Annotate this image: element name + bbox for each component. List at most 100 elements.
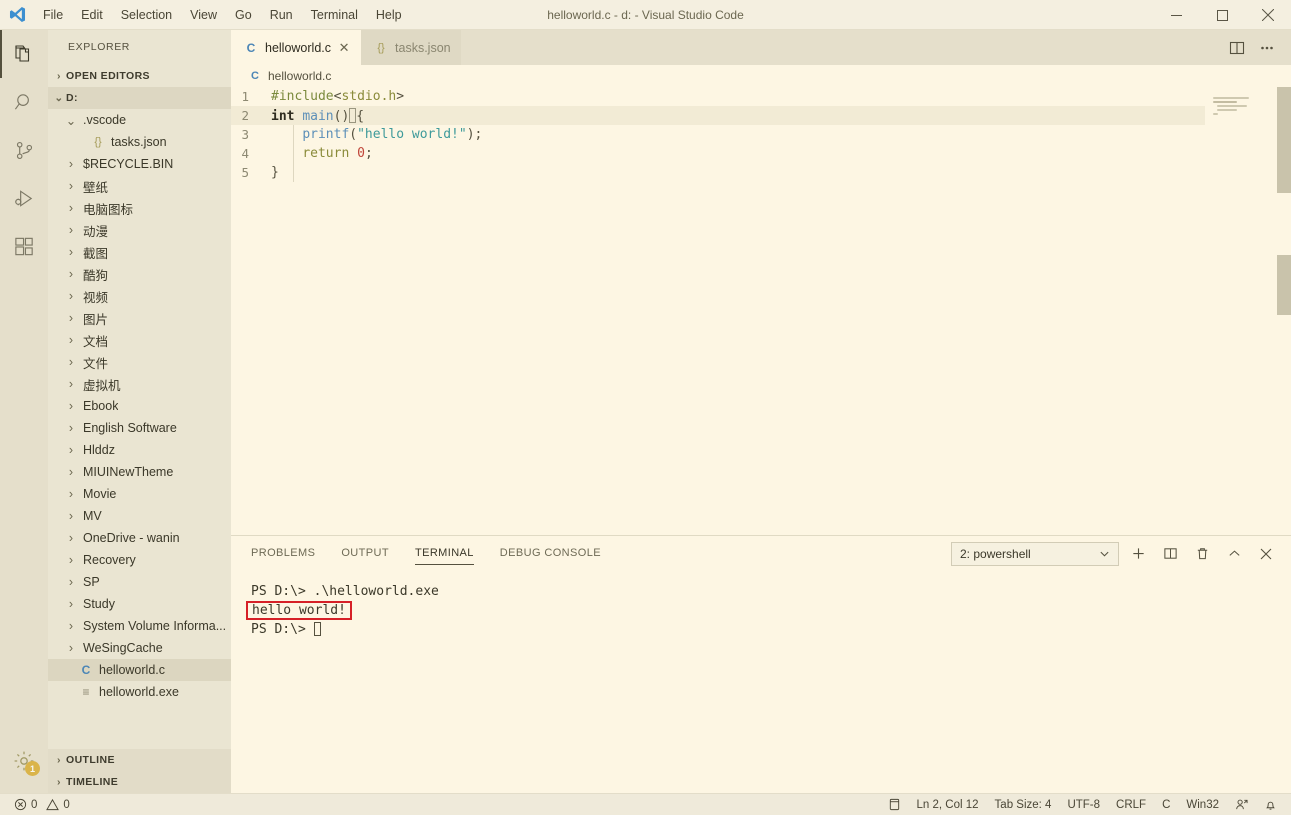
terminal-selector[interactable]: 2: powershell xyxy=(951,541,1119,566)
code-editor[interactable]: 1 #include<stdio.h> 2 int main(){ 3 prin… xyxy=(231,87,1291,535)
tab-problems[interactable]: PROBLEMS xyxy=(251,536,315,571)
kill-terminal-icon[interactable] xyxy=(1189,541,1215,567)
section-timeline[interactable]: › TIMELINE xyxy=(48,771,231,793)
tree-item-helloworld-c[interactable]: Chelloworld.c xyxy=(48,659,231,681)
tree-item-ebook[interactable]: › Ebook xyxy=(48,395,231,417)
tree-item-system-volume-informa[interactable]: › System Volume Informa... xyxy=(48,615,231,637)
more-actions-icon[interactable] xyxy=(1253,30,1281,65)
menu-item-help[interactable]: Help xyxy=(367,0,411,30)
tree-item-recovery[interactable]: › Recovery xyxy=(48,549,231,571)
section-folder-root[interactable]: ⌄ D: xyxy=(48,87,231,109)
minimap[interactable] xyxy=(1205,87,1277,535)
remote-icon[interactable] xyxy=(1227,794,1256,815)
tree-item-[interactable]: › 动漫 xyxy=(48,219,231,241)
terminal-body[interactable]: PS D:\> .\helloworld.exe hello world! PS… xyxy=(231,571,1291,639)
tree-item-hlddz[interactable]: › Hlddz xyxy=(48,439,231,461)
close-panel-icon[interactable] xyxy=(1253,541,1279,567)
menu-item-go[interactable]: Go xyxy=(226,0,261,30)
tab-tasks-json[interactable]: {} tasks.json xyxy=(361,30,461,65)
scrollbar-thumb[interactable] xyxy=(1277,255,1291,315)
tab-terminal[interactable]: TERMINAL xyxy=(414,536,474,571)
close-button[interactable] xyxy=(1245,0,1291,30)
cursor-position[interactable]: Ln 2, Col 12 xyxy=(909,794,987,815)
chevron-right-icon: › xyxy=(68,377,74,391)
settings-badge: 1 xyxy=(25,761,40,776)
menu-item-edit[interactable]: Edit xyxy=(72,0,112,30)
tab-debug-console[interactable]: DEBUG CONSOLE xyxy=(500,536,601,571)
chevron-right-icon: › xyxy=(68,597,74,611)
window-controls[interactable] xyxy=(1153,0,1291,30)
tree-item-helloworld-exe[interactable]: ≡ helloworld.exe xyxy=(48,681,231,703)
tree-item-[interactable]: › 图片 xyxy=(48,307,231,329)
menu-bar[interactable]: File Edit Selection View Go Run Terminal… xyxy=(34,0,411,30)
line-number: 3 xyxy=(241,127,249,142)
menu-item-view[interactable]: View xyxy=(181,0,226,30)
tab-helloworld-c[interactable]: C helloworld.c ✕ xyxy=(231,30,362,65)
editor-scrollbar[interactable] xyxy=(1277,87,1291,535)
status-errors-warnings[interactable]: 0 0 xyxy=(6,794,78,815)
search-icon[interactable] xyxy=(0,78,48,126)
file-tree[interactable]: ⌄ .vscode {} tasks.json › $RECYCLE.BIN › 壁纸 › 电脑图… xyxy=(48,109,231,703)
menu-item-file[interactable]: File xyxy=(34,0,72,30)
line-number: 2 xyxy=(241,108,249,123)
tree-item-study[interactable]: › Study xyxy=(48,593,231,615)
source-control-icon[interactable] xyxy=(0,126,48,174)
split-terminal-icon[interactable] xyxy=(1157,541,1183,567)
tree-item-[interactable]: › 文档 xyxy=(48,329,231,351)
chevron-right-icon: › xyxy=(68,421,74,435)
tree-item-label: helloworld.c xyxy=(99,663,166,677)
extensions-icon[interactable] xyxy=(0,222,48,270)
scrollbar-thumb[interactable] xyxy=(1277,87,1291,193)
menu-item-run[interactable]: Run xyxy=(261,0,302,30)
maximize-button[interactable] xyxy=(1199,0,1245,30)
menu-item-terminal[interactable]: Terminal xyxy=(302,0,367,30)
tree-item-label: System Volume Informa... xyxy=(83,619,227,633)
new-terminal-icon[interactable] xyxy=(1125,541,1151,567)
encoding[interactable]: UTF-8 xyxy=(1059,794,1108,815)
tree-item-wesingcache[interactable]: › WeSingCache xyxy=(48,637,231,659)
tree-item-miuinewtheme[interactable]: › MIUINewTheme xyxy=(48,461,231,483)
tree-item-label: OneDrive - wanin xyxy=(83,531,180,545)
chevron-right-icon: › xyxy=(68,179,74,193)
tree-item-tasks-json[interactable]: {} tasks.json xyxy=(48,131,231,153)
tree-item-[interactable]: › 视频 xyxy=(48,285,231,307)
breadcrumb[interactable]: C helloworld.c xyxy=(231,65,1291,87)
indentation[interactable]: Tab Size: 4 xyxy=(987,794,1060,815)
platform[interactable]: Win32 xyxy=(1178,794,1227,815)
tree-item-english-software[interactable]: › English Software xyxy=(48,417,231,439)
split-editor-icon[interactable] xyxy=(1223,30,1251,65)
run-and-debug-icon[interactable] xyxy=(0,174,48,222)
layout-icon[interactable] xyxy=(880,794,909,815)
tree-item-[interactable]: › 截图 xyxy=(48,241,231,263)
section-outline[interactable]: › OUTLINE xyxy=(48,749,231,771)
sidebar-bottom-sections: › OUTLINE › TIMELINE xyxy=(48,749,231,793)
tree-item-vscode[interactable]: ⌄ .vscode xyxy=(48,109,231,131)
tab-output[interactable]: OUTPUT xyxy=(341,536,389,571)
tree-item-[interactable]: › 文件 xyxy=(48,351,231,373)
notifications-bell-icon[interactable] xyxy=(1256,794,1285,815)
eol[interactable]: CRLF xyxy=(1108,794,1154,815)
tree-item-label: SP xyxy=(83,575,100,589)
tree-item-label: Recovery xyxy=(83,553,136,567)
explorer-icon[interactable] xyxy=(0,30,48,78)
tree-item-movie[interactable]: › Movie xyxy=(48,483,231,505)
tree-item-[interactable]: › 电脑图标 xyxy=(48,197,231,219)
tree-item-label: .vscode xyxy=(83,113,127,127)
c-file-icon: C xyxy=(246,40,256,55)
tree-item-mv[interactable]: › MV xyxy=(48,505,231,527)
maximize-panel-icon[interactable] xyxy=(1221,541,1247,567)
tree-item-[interactable]: › 壁纸 xyxy=(48,175,231,197)
minimize-button[interactable] xyxy=(1153,0,1199,30)
tree-item-sp[interactable]: › SP xyxy=(48,571,231,593)
tree-item-label: 酷狗 xyxy=(83,268,109,283)
tree-item-onedrive-wanin[interactable]: › OneDrive - wanin xyxy=(48,527,231,549)
section-open-editors[interactable]: › OPEN EDITORS xyxy=(48,65,231,87)
language-mode[interactable]: C xyxy=(1154,794,1178,815)
tree-item-[interactable]: › 虚拟机 xyxy=(48,373,231,395)
close-icon[interactable]: ✕ xyxy=(337,40,351,56)
tab-label: tasks.json xyxy=(395,40,451,55)
menu-item-selection[interactable]: Selection xyxy=(112,0,181,30)
tree-item-[interactable]: › 酷狗 xyxy=(48,263,231,285)
tree-item-recycle-bin[interactable]: › $RECYCLE.BIN xyxy=(48,153,231,175)
gear-icon[interactable]: 1 xyxy=(0,737,48,785)
